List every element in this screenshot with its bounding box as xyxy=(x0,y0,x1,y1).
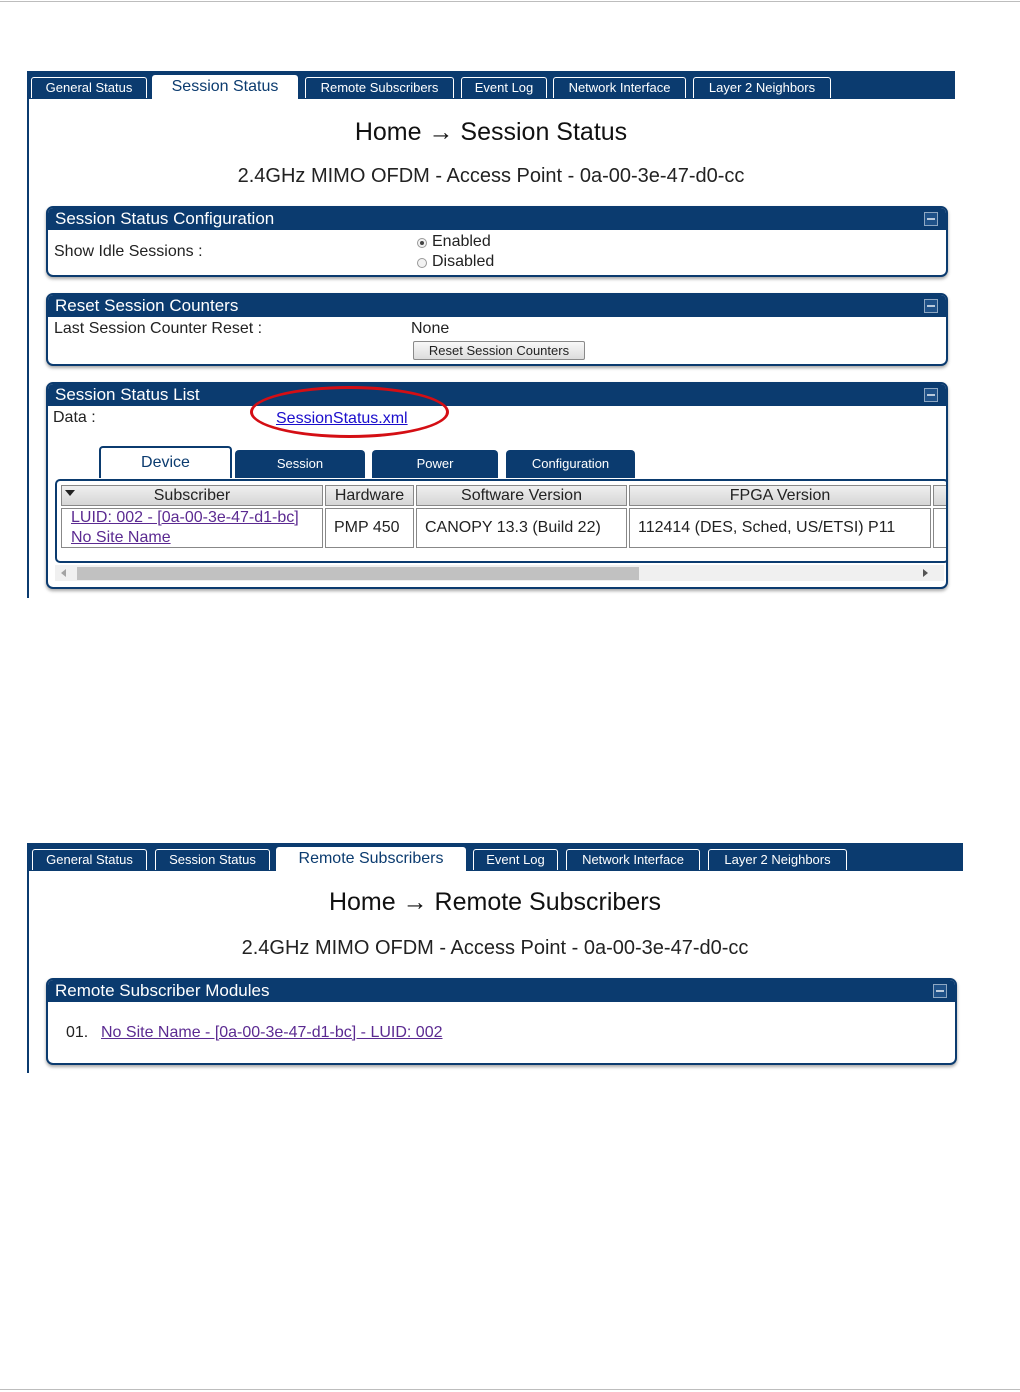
tab-session-status[interactable]: Session Status xyxy=(155,849,270,870)
column-header-more[interactable] xyxy=(933,485,946,506)
column-header-fpga[interactable]: FPGA Version xyxy=(629,485,931,506)
panel-title: Reset Session Counters xyxy=(55,296,239,315)
subscriber-link[interactable]: LUID: 002 - [0a-00-3e-47-d1-bc] xyxy=(71,509,299,527)
enabled-radio[interactable] xyxy=(417,238,427,248)
table-cell-subscriber: LUID: 002 - [0a-00-3e-47-d1-bc] No Site … xyxy=(61,508,323,548)
panel-header: Remote Subscriber Modules xyxy=(48,980,955,1002)
column-label: FPGA Version xyxy=(729,487,831,504)
collapse-icon[interactable] xyxy=(924,212,938,226)
highlight-circle xyxy=(250,386,449,438)
tab-general-status[interactable]: General Status xyxy=(31,77,147,98)
reset-session-counters-button[interactable]: Reset Session Counters xyxy=(413,341,585,360)
subtab-session[interactable]: Session xyxy=(235,450,365,478)
scroll-right-icon[interactable] xyxy=(923,569,928,577)
collapse-icon[interactable] xyxy=(933,984,947,998)
tab-general-status[interactable]: General Status xyxy=(32,849,147,870)
last-reset-value: None xyxy=(411,320,450,337)
column-label: Hardware xyxy=(334,487,405,504)
collapse-icon[interactable] xyxy=(924,299,938,313)
remote-subscribers-screenshot: General Status Session Status Remote Sub… xyxy=(27,843,963,1073)
tab-remote-subscribers[interactable]: Remote Subscribers xyxy=(276,847,466,872)
column-header-hardware[interactable]: Hardware xyxy=(325,485,414,506)
reset-counters-panel: Reset Session Counters Last Session Coun… xyxy=(46,293,948,366)
list-item-index: 01. xyxy=(66,1024,89,1041)
data-label: Data : xyxy=(53,409,96,426)
tab-layer2-neighbors[interactable]: Layer 2 Neighbors xyxy=(693,77,831,98)
tab-network-interface[interactable]: Network Interface xyxy=(566,849,700,870)
tab-remote-subscribers[interactable]: Remote Subscribers xyxy=(305,77,454,98)
page-title: Home → Session Status xyxy=(354,118,628,146)
tab-event-log[interactable]: Event Log xyxy=(473,849,558,870)
column-label: Software Version xyxy=(461,487,582,504)
remote-subscriber-link[interactable]: No Site Name - [0a-00-3e-47-d1-bc] - LUI… xyxy=(101,1024,442,1042)
last-reset-label: Last Session Counter Reset : xyxy=(54,320,263,337)
session-table: Subscriber Hardware Software Version FPG… xyxy=(55,479,946,563)
device-subtitle: 2.4GHz MIMO OFDM - Access Point - 0a-00-… xyxy=(237,165,745,187)
subtab-configuration[interactable]: Configuration xyxy=(506,450,635,478)
column-label: Subscriber xyxy=(153,487,231,504)
table-cell-more xyxy=(933,508,946,548)
table-cell-fpga: 112414 (DES, Sched, US/ETSI) P11 xyxy=(629,508,931,548)
panel-title: Remote Subscriber Modules xyxy=(55,981,270,1000)
tab-bar: General Status Session Status Remote Sub… xyxy=(27,71,955,100)
column-header-subscriber[interactable]: Subscriber xyxy=(61,485,323,506)
tab-session-status[interactable]: Session Status xyxy=(152,75,298,100)
subtab-device[interactable]: Device xyxy=(99,446,232,478)
session-status-screenshot: General Status Session Status Remote Sub… xyxy=(27,71,955,598)
column-header-software[interactable]: Software Version xyxy=(416,485,627,506)
page-top-rule xyxy=(0,1,1020,2)
enabled-label: Enabled xyxy=(432,233,491,250)
scroll-left-icon[interactable] xyxy=(61,569,66,577)
tab-event-log[interactable]: Event Log xyxy=(461,77,547,98)
scroll-thumb[interactable] xyxy=(77,567,639,580)
show-idle-label: Show Idle Sessions : xyxy=(54,243,203,260)
collapse-icon[interactable] xyxy=(924,388,938,402)
session-config-panel: Session Status Configuration Show Idle S… xyxy=(46,206,948,277)
session-list-panel: Session Status List Data : SessionStatus… xyxy=(46,382,948,589)
panel-header: Session Status Configuration xyxy=(48,208,946,230)
panel-title: Session Status Configuration xyxy=(55,209,275,228)
subtab-power[interactable]: Power xyxy=(372,450,498,478)
table-cell-software: CANOPY 13.3 (Build 22) xyxy=(416,508,627,548)
page-bottom-rule xyxy=(0,1389,1020,1390)
page-title: Home → Remote Subscribers xyxy=(328,888,662,916)
horizontal-scrollbar[interactable] xyxy=(55,565,944,581)
tab-layer2-neighbors[interactable]: Layer 2 Neighbors xyxy=(708,849,847,870)
disabled-label: Disabled xyxy=(432,253,495,270)
panel-header: Reset Session Counters xyxy=(48,295,946,317)
disabled-radio[interactable] xyxy=(417,258,427,268)
site-name-link[interactable]: No Site Name xyxy=(71,529,171,547)
device-subtitle: 2.4GHz MIMO OFDM - Access Point - 0a-00-… xyxy=(241,937,749,959)
panel-header: Session Status List xyxy=(48,384,946,406)
table-cell-hardware: PMP 450 xyxy=(325,508,414,548)
panel-title: Session Status List xyxy=(55,385,200,404)
tab-bar: General Status Session Status Remote Sub… xyxy=(27,843,963,872)
tab-network-interface[interactable]: Network Interface xyxy=(553,77,686,98)
remote-subscriber-modules-panel: Remote Subscriber Modules 01. No Site Na… xyxy=(46,978,957,1065)
sort-desc-icon xyxy=(65,490,75,496)
